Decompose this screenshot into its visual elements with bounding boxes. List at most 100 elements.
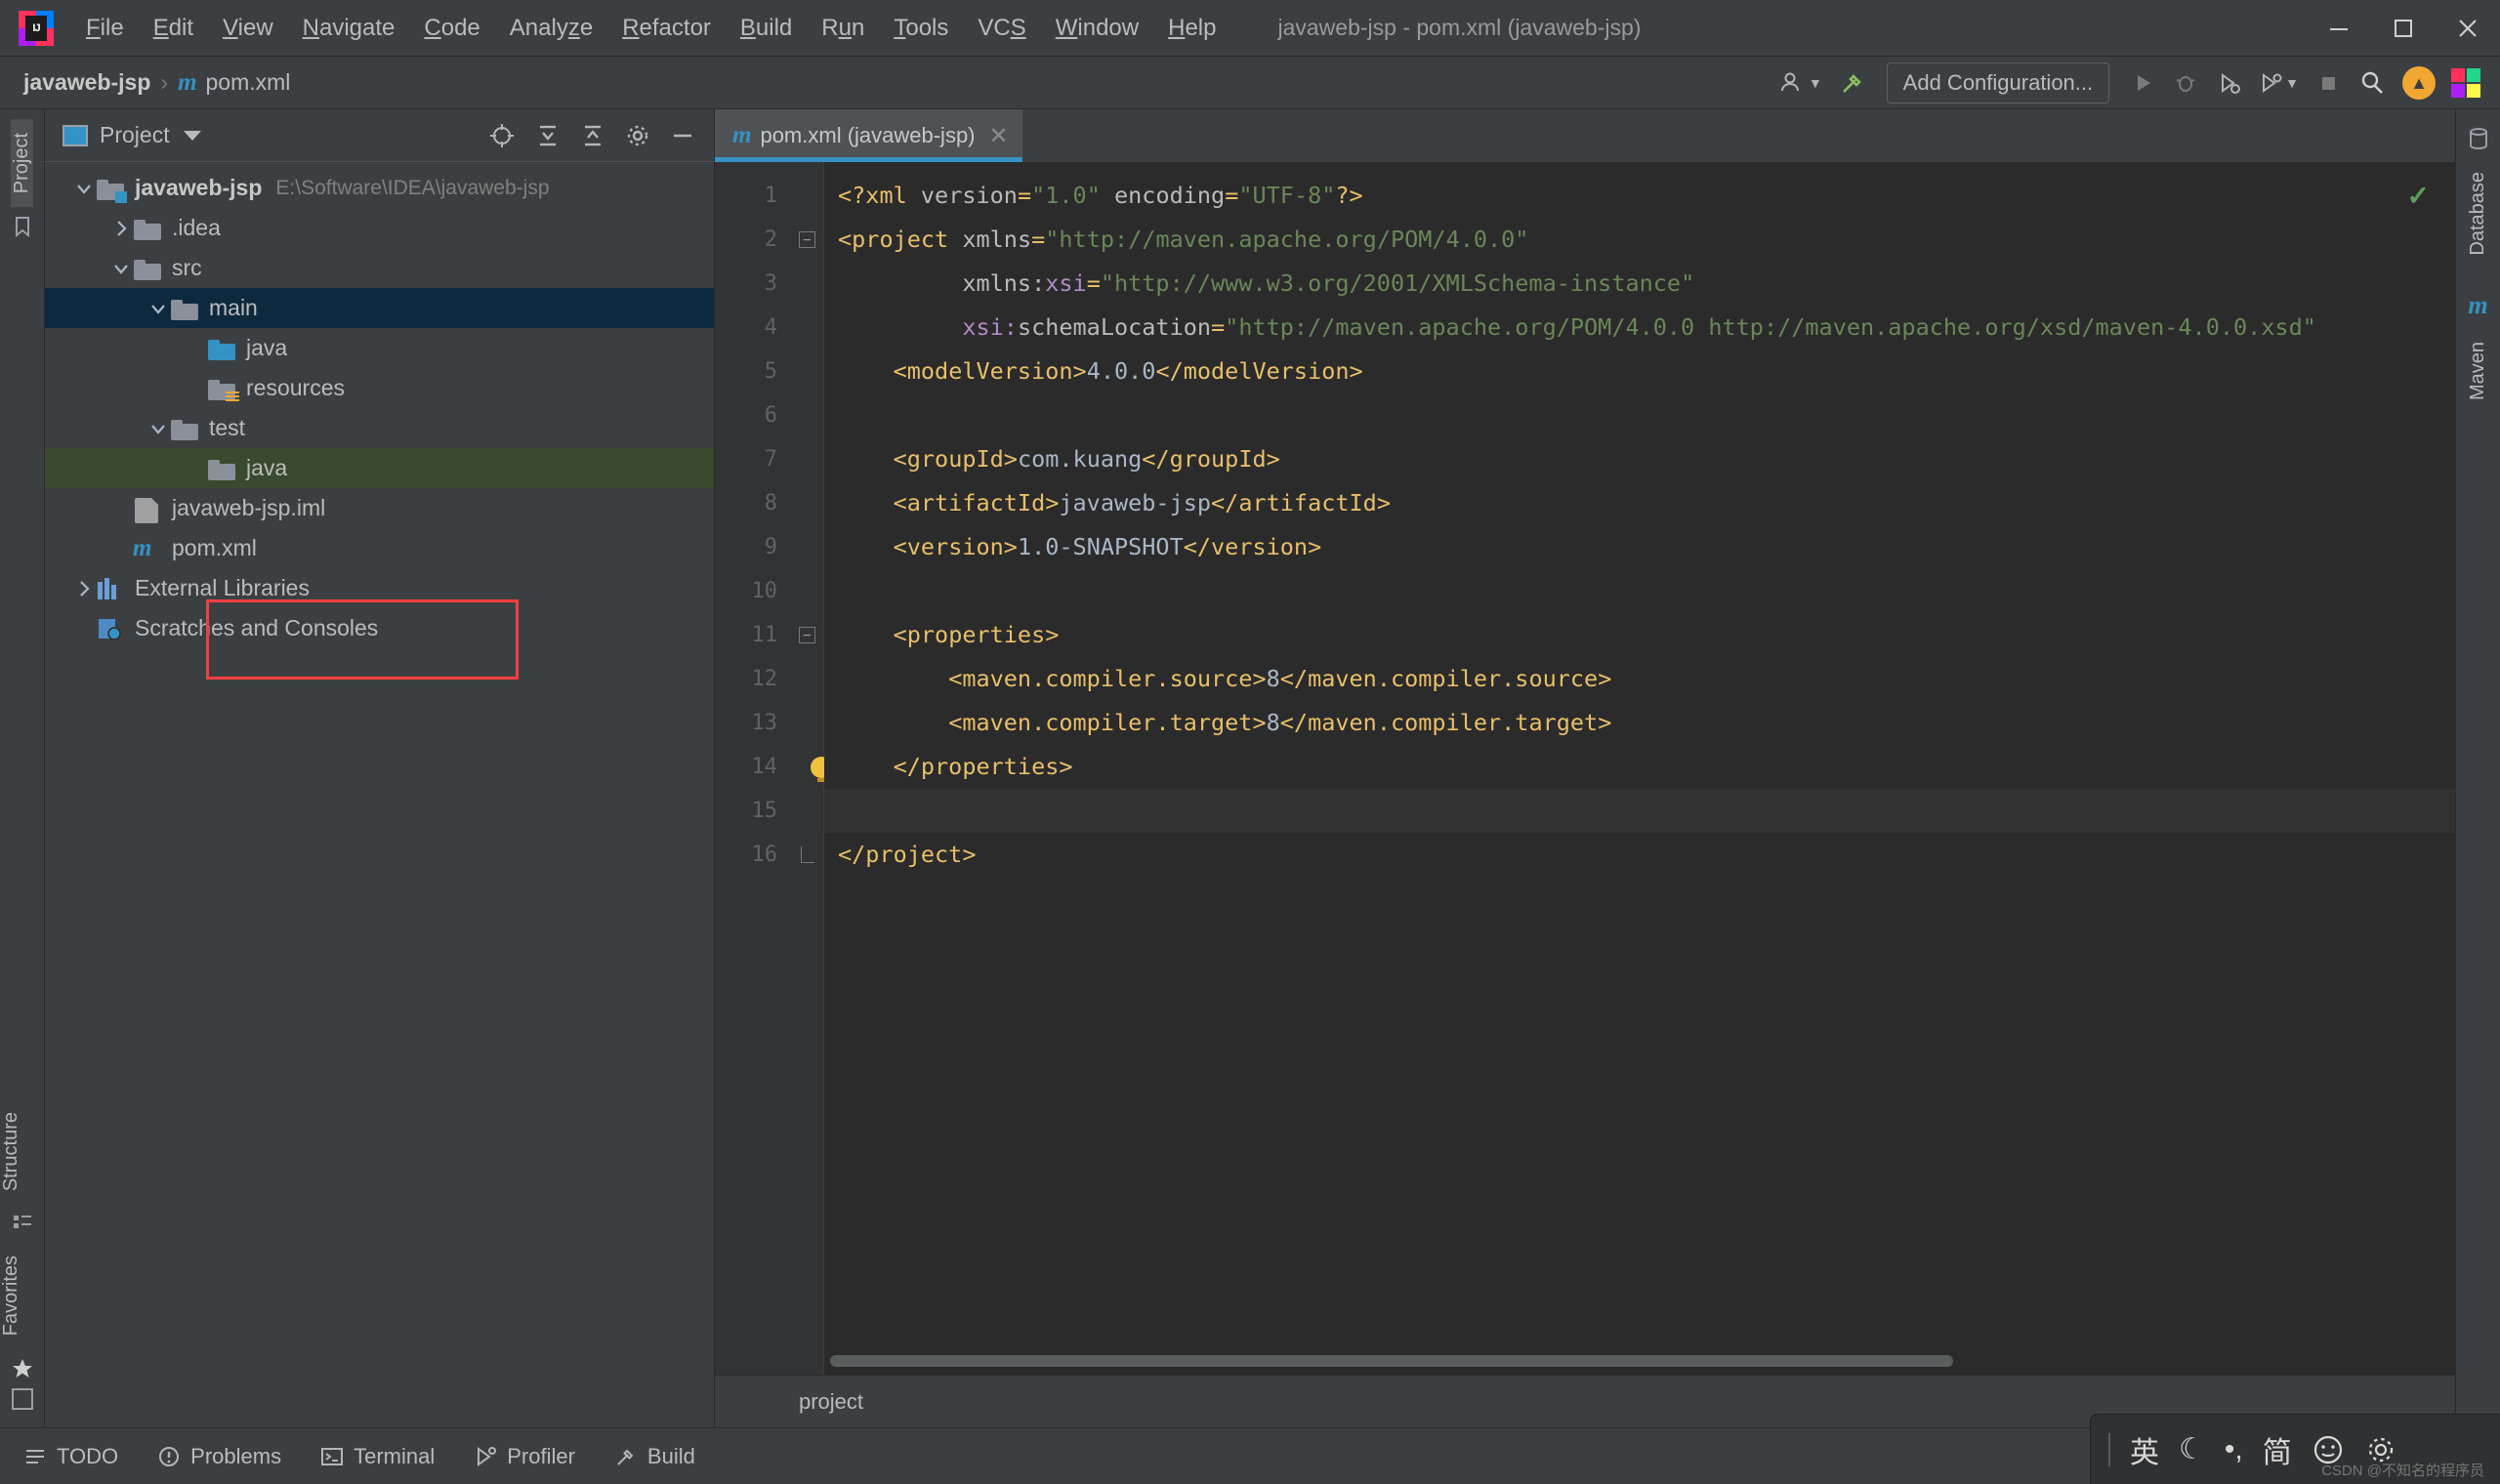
line-number[interactable]: 9	[715, 525, 791, 569]
code-line[interactable]: xmlns:xsi="http://www.w3.org/2001/XMLSch…	[824, 262, 2455, 306]
menu-code[interactable]: Code	[409, 9, 494, 48]
ide-logo-icon[interactable]	[2445, 63, 2486, 103]
code-fold-toggle[interactable]	[791, 833, 823, 877]
collapse-all-icon[interactable]	[573, 116, 612, 155]
minimize-button[interactable]	[2307, 0, 2371, 57]
breadcrumb-file[interactable]: m pom.xml	[178, 69, 290, 97]
tree-expand-arrow[interactable]	[109, 258, 133, 279]
line-number[interactable]: 11	[715, 613, 791, 657]
code-line[interactable]: <maven.compiler.target>8</maven.compiler…	[824, 701, 2455, 745]
line-number[interactable]: 13	[715, 701, 791, 745]
code-line[interactable]: <modelVersion>4.0.0</modelVersion>	[824, 350, 2455, 393]
code-line[interactable]	[824, 393, 2455, 437]
code-line[interactable]: </project>	[824, 833, 2455, 877]
menu-edit[interactable]: Edit	[139, 9, 208, 48]
close-tab-icon[interactable]: ✕	[989, 122, 1009, 150]
code-line[interactable]: <?xml version="1.0" encoding="UTF-8"?>	[824, 174, 2455, 218]
ime-punctuation-icon[interactable]: •,	[2225, 1433, 2243, 1466]
line-number[interactable]: 7	[715, 437, 791, 481]
code-line[interactable]	[824, 569, 2455, 613]
code-line[interactable]	[824, 789, 2455, 833]
run-coverage-icon[interactable]	[2209, 63, 2248, 103]
project-tree[interactable]: javaweb-jsp E:\Software\IDEA\javaweb-jsp.…	[45, 162, 714, 1427]
tree-item-java[interactable]: java	[45, 328, 714, 368]
tree-item-javaweb-jsp-iml[interactable]: javaweb-jsp.iml	[45, 488, 714, 528]
tree-item-test[interactable]: test	[45, 408, 714, 448]
code-line[interactable]: <groupId>com.kuang</groupId>	[824, 437, 2455, 481]
code-line[interactable]: <version>1.0-SNAPSHOT</version>	[824, 525, 2455, 569]
menu-refactor[interactable]: Refactor	[607, 9, 726, 48]
ime-language-icon[interactable]: 英	[2130, 1428, 2159, 1471]
line-number[interactable]: 10	[715, 569, 791, 613]
line-number[interactable]: 3	[715, 262, 791, 306]
tree-item-scratches-and-consoles[interactable]: Scratches and Consoles	[45, 608, 714, 648]
menu-run[interactable]: Run	[807, 9, 879, 48]
menu-build[interactable]: Build	[726, 9, 807, 48]
bookmarks-icon[interactable]	[11, 215, 34, 238]
run-icon[interactable]	[2123, 63, 2162, 103]
line-number[interactable]: 5	[715, 350, 791, 393]
fold-region-end-icon[interactable]	[800, 846, 814, 863]
tree-expand-arrow[interactable]	[109, 218, 133, 239]
tree-item-external-libraries[interactable]: External Libraries	[45, 568, 714, 608]
code-text-area[interactable]: <?xml version="1.0" encoding="UTF-8"?> <p…	[824, 162, 2455, 1375]
settings-gear-icon[interactable]	[618, 116, 657, 155]
line-number[interactable]: 6	[715, 393, 791, 437]
line-number[interactable]: 1	[715, 174, 791, 218]
code-folding-gutter[interactable]: − −	[791, 162, 832, 1375]
bottom-button-profiler[interactable]: Profiler	[458, 1438, 591, 1475]
menu-tools[interactable]: Tools	[879, 9, 963, 48]
tree-item-idea[interactable]: .idea	[45, 208, 714, 248]
menu-navigate[interactable]: Navigate	[288, 9, 410, 48]
bottom-button-problems[interactable]: Problems	[142, 1438, 297, 1475]
profiler-icon[interactable]: ▼	[2252, 63, 2305, 103]
tree-expand-arrow[interactable]	[146, 298, 170, 319]
chevron-down-icon[interactable]	[183, 130, 201, 141]
tree-item-src[interactable]: src	[45, 248, 714, 288]
line-number[interactable]: 2	[715, 218, 791, 262]
fold-collapse-icon[interactable]: −	[799, 231, 815, 248]
code-fold-toggle[interactable]: −	[791, 218, 823, 262]
line-number[interactable]: 15	[715, 789, 791, 833]
line-number[interactable]: 4	[715, 306, 791, 350]
locate-icon[interactable]	[481, 116, 522, 155]
tree-expand-arrow[interactable]	[72, 578, 96, 599]
menu-window[interactable]: Window	[1041, 9, 1153, 48]
hide-icon[interactable]	[663, 116, 702, 155]
stripe-button-favorites[interactable]: Favorites	[0, 1242, 22, 1349]
fold-collapse-icon[interactable]: −	[799, 627, 815, 643]
code-line[interactable]: </properties>	[824, 745, 2455, 789]
code-line[interactable]: <project xmlns="http://maven.apache.org/…	[824, 218, 2455, 262]
menu-analyze[interactable]: Analyze	[495, 9, 607, 48]
menu-view[interactable]: View	[208, 9, 288, 48]
ime-moon-icon[interactable]: ☾	[2179, 1432, 2205, 1466]
line-number[interactable]: 12	[715, 657, 791, 701]
stripe-button-project[interactable]: Project	[10, 119, 33, 208]
menu-file[interactable]: File	[71, 9, 139, 48]
tree-item-pom-xml[interactable]: m pom.xml	[45, 528, 714, 568]
menu-vcs[interactable]: VCS	[963, 9, 1040, 48]
line-number[interactable]: 8	[715, 481, 791, 525]
ime-simplified-icon[interactable]: 简	[2263, 1428, 2292, 1471]
bottom-button-todo[interactable]: TODO	[8, 1438, 134, 1475]
add-configuration-button[interactable]: Add Configuration...	[1886, 62, 2110, 103]
code-line[interactable]: <artifactId>javaweb-jsp</artifactId>	[824, 481, 2455, 525]
editor-tab-pom-xml[interactable]: m pom.xml (javaweb-jsp) ✕	[715, 109, 1022, 162]
close-button[interactable]	[2436, 0, 2500, 57]
stripe-button-maven[interactable]: Maven	[2467, 328, 2489, 414]
horizontal-scrollbar[interactable]	[791, 1355, 2445, 1367]
code-line[interactable]: <maven.compiler.source>8</maven.compiler…	[824, 657, 2455, 701]
stripe-button-database[interactable]: Database	[2467, 158, 2489, 269]
tree-item-resources[interactable]: resources	[45, 368, 714, 408]
tree-item-main[interactable]: main	[45, 288, 714, 328]
debug-icon[interactable]	[2166, 63, 2205, 103]
hide-window-icon[interactable]	[0, 1388, 45, 1410]
update-icon[interactable]: ▲	[2396, 63, 2441, 103]
tree-item-javaweb-jsp[interactable]: javaweb-jsp E:\Software\IDEA\javaweb-jsp	[45, 168, 714, 208]
stop-icon[interactable]	[2309, 63, 2348, 103]
tree-expand-arrow[interactable]	[146, 418, 170, 439]
menu-help[interactable]: Help	[1153, 9, 1230, 48]
line-number[interactable]: 14	[715, 745, 791, 789]
search-icon[interactable]	[2352, 63, 2393, 103]
inspection-status-icon[interactable]: ✓	[2407, 180, 2430, 212]
